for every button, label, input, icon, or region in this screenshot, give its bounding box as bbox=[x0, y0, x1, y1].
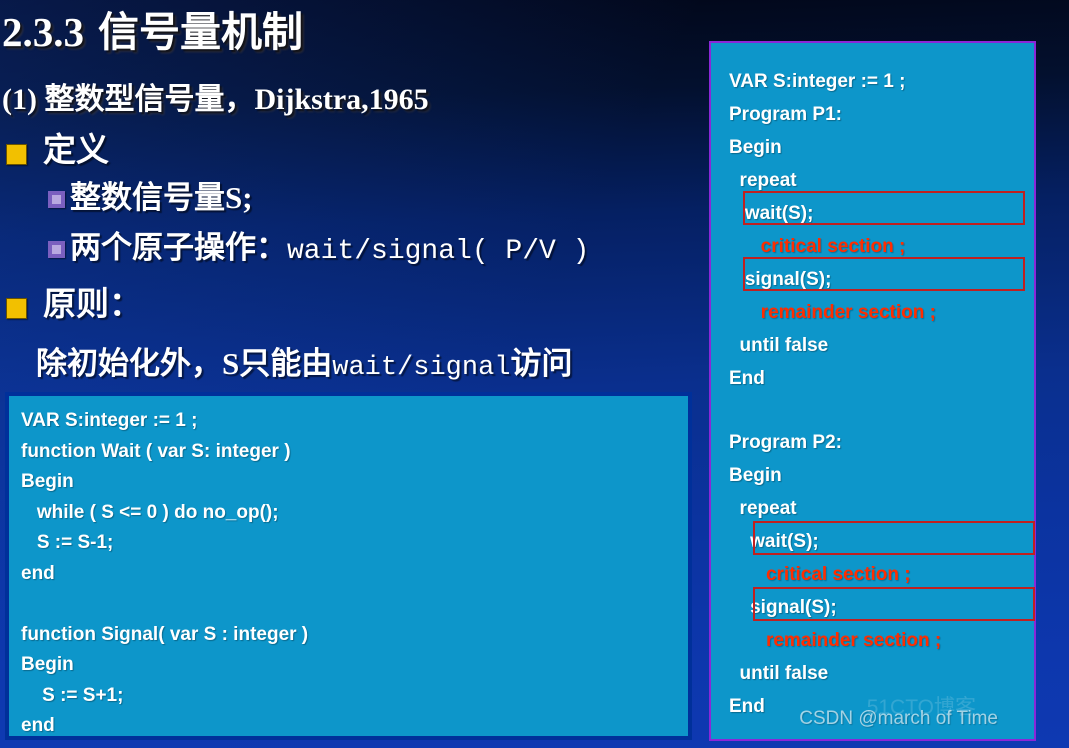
left-code-block: VAR S:integer := 1 ; function Wait ( var… bbox=[5, 392, 692, 740]
code-line: function Signal( var S : integer ) bbox=[21, 623, 309, 645]
code-line: function Wait ( var S: integer ) bbox=[21, 440, 291, 462]
code-line: Begin bbox=[21, 654, 74, 675]
left-content-column: 2.3.3 信号量机制 (1) 整数型信号量，Dijkstra,1965 定义 整… bbox=[0, 0, 700, 748]
code-line: Begin bbox=[729, 465, 782, 486]
subtitle: (1) 整数型信号量，Dijkstra,1965 bbox=[2, 83, 429, 116]
sub-bullet-label-code: wait/signal( P/V ) bbox=[287, 236, 590, 267]
code-line: until false bbox=[729, 335, 829, 356]
sub-bullet-item-atomic-ops: 两个原子操作：wait/signal( P/V ) bbox=[48, 228, 589, 272]
code-line-signal-p2: signal(S); bbox=[729, 597, 837, 618]
principle-suffix: 访问 bbox=[510, 346, 573, 381]
page-title-text: 信号量机制 bbox=[98, 9, 303, 55]
code-line-remainder-section-p2: remainder section ; bbox=[729, 630, 942, 651]
principle-prefix: 除初始化外，S只能由 bbox=[36, 346, 333, 381]
bullet-label: 定义 bbox=[43, 133, 109, 169]
code-line-wait-p2: wait(S); bbox=[729, 531, 819, 552]
page-title: 2.3.3 信号量机制 bbox=[2, 0, 303, 58]
code-line: until false bbox=[729, 663, 829, 684]
watermark-csdn: CSDN @march of Time bbox=[799, 708, 998, 729]
code-line: VAR S:integer := 1 ; bbox=[21, 410, 198, 431]
code-line-signal-p1: signal(S); bbox=[729, 269, 832, 290]
sub-bullet-label: 两个原子操作：wait/signal( P/V ) bbox=[70, 228, 589, 272]
code-line: Program P2: bbox=[729, 432, 842, 453]
principle-statement: 除初始化外，S只能由wait/signal访问 bbox=[36, 338, 572, 383]
purple-hollow-square-bullet-icon bbox=[48, 191, 65, 208]
code-line: while ( S <= 0 ) do no_op(); bbox=[21, 501, 279, 523]
sub-bullet-label-cn: 两个原子操作： bbox=[70, 230, 287, 265]
code-line: Program P1: bbox=[729, 104, 842, 125]
code-line: repeat bbox=[729, 170, 797, 191]
code-line: S := S+1; bbox=[21, 684, 124, 706]
bullet-item-principle: 原则： bbox=[6, 285, 142, 325]
code-line: end bbox=[21, 562, 55, 584]
code-line: Begin bbox=[729, 137, 782, 158]
right-code-block: VAR S:integer := 1 ; Program P1: Begin r… bbox=[709, 41, 1036, 741]
code-line: Begin bbox=[21, 471, 74, 492]
yellow-square-bullet-icon bbox=[6, 298, 27, 319]
yellow-square-bullet-icon bbox=[6, 144, 27, 165]
code-line-remainder-section-p1: remainder section ; bbox=[729, 302, 936, 323]
purple-hollow-square-bullet-icon bbox=[48, 241, 65, 258]
code-line: repeat bbox=[729, 498, 797, 519]
sub-bullet-item-integer-semaphore: 整数信号量S; bbox=[48, 178, 253, 218]
code-line: VAR S:integer := 1 ; bbox=[729, 71, 906, 92]
code-line-critical-section-p2: critical section ; bbox=[729, 564, 911, 585]
page-title-number: 2.3.3 bbox=[2, 9, 84, 55]
code-line: end bbox=[21, 715, 55, 736]
principle-code: wait/signal bbox=[332, 353, 511, 383]
bullet-label: 原则： bbox=[43, 287, 142, 323]
code-line: End bbox=[729, 368, 765, 389]
code-line-wait-p1: wait(S); bbox=[729, 203, 814, 224]
presentation-slide: 2.3.3 信号量机制 (1) 整数型信号量，Dijkstra,1965 定义 整… bbox=[0, 0, 1069, 748]
code-line-critical-section-p1: critical section ; bbox=[729, 236, 906, 257]
code-line: S := S-1; bbox=[21, 532, 114, 553]
bullet-item-definition: 定义 bbox=[6, 131, 109, 171]
sub-bullet-label: 整数信号量S; bbox=[70, 180, 253, 215]
